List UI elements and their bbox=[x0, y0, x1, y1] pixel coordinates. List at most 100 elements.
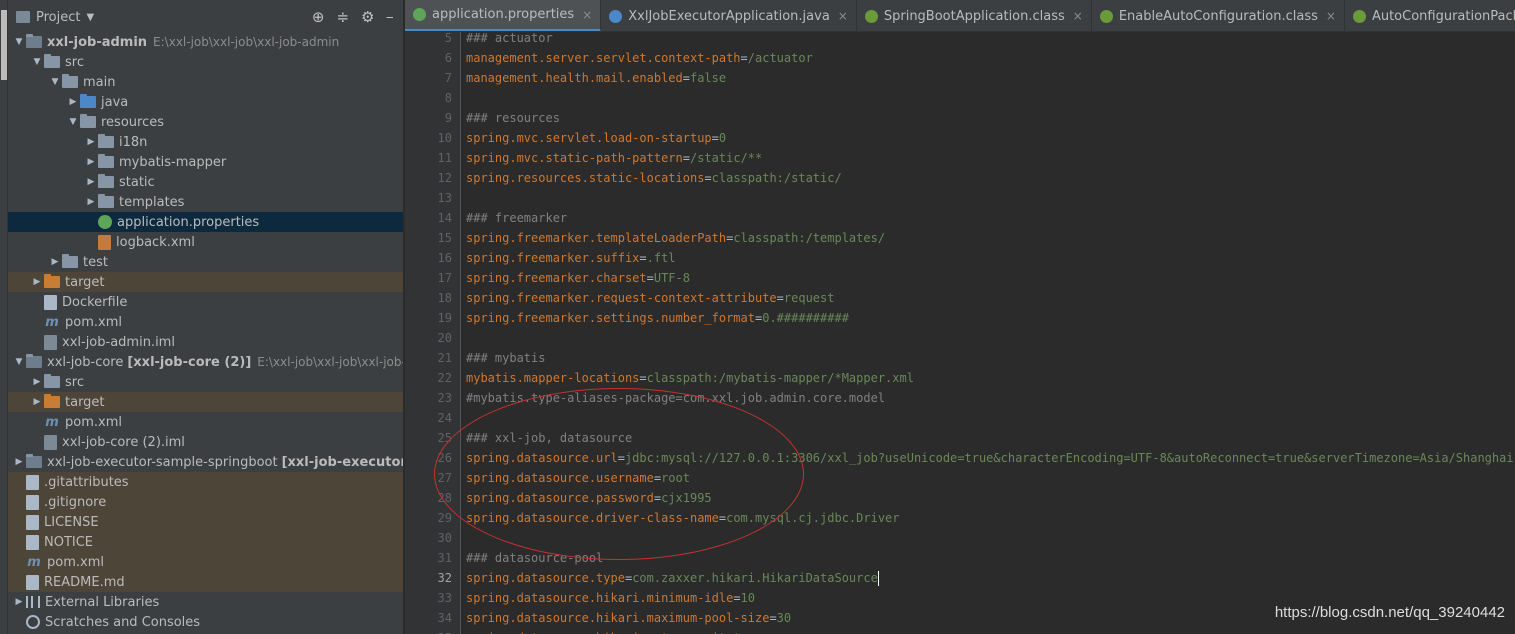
module-tag: [xxl-job-core (2)] bbox=[127, 354, 252, 370]
tree-item[interactable]: ▶ xxl-job-executor-sample-springboot [xxl-… bbox=[8, 452, 403, 472]
property-key: spring.mvc.static-path-pattern bbox=[466, 151, 683, 165]
tree-item[interactable]: m pom.xml bbox=[8, 552, 403, 572]
collapsed-arrow-icon[interactable]: ▶ bbox=[84, 177, 98, 187]
target-icon[interactable]: ⊕ bbox=[312, 8, 325, 26]
expanded-arrow-icon[interactable]: ▼ bbox=[48, 77, 62, 87]
tree-item[interactable]: Dockerfile bbox=[8, 292, 403, 312]
tree-item[interactable]: ▶ mybatis-mapper bbox=[8, 152, 403, 172]
tree-item[interactable]: ▶ target bbox=[8, 392, 403, 412]
line-number: 28 bbox=[437, 491, 452, 505]
tree-item[interactable]: ▶ static bbox=[8, 172, 403, 192]
code-line: spring.datasource.hikari.minimum-idle=10 bbox=[466, 588, 755, 608]
close-icon[interactable]: × bbox=[1326, 9, 1336, 23]
property-value: 30 bbox=[776, 611, 792, 625]
close-icon[interactable]: × bbox=[1073, 9, 1083, 23]
tree-item[interactable]: ▶ i18n bbox=[8, 132, 403, 152]
property-key: spring.mvc.servlet.load-on-startup bbox=[466, 131, 712, 145]
line-number: 24 bbox=[437, 411, 452, 425]
collapsed-arrow-icon[interactable]: ▶ bbox=[30, 397, 44, 407]
tree-item[interactable]: logback.xml bbox=[8, 232, 403, 252]
expanded-arrow-icon[interactable]: ▼ bbox=[30, 57, 44, 67]
line-number: 13 bbox=[437, 191, 452, 205]
collapsed-arrow-icon[interactable]: ▶ bbox=[66, 97, 80, 107]
property-value: cjx1995 bbox=[661, 491, 712, 505]
tree-item[interactable]: ▶ templates bbox=[8, 192, 403, 212]
tool-strip-marker[interactable] bbox=[1, 10, 7, 80]
tree-item-label: LICENSE bbox=[44, 514, 99, 530]
equals-sign: = bbox=[682, 71, 690, 85]
comment: #mybatis.type-aliases-package=com.xxl.jo… bbox=[466, 391, 886, 405]
tab-label: SpringBootApplication.class bbox=[883, 8, 1065, 24]
collapsed-arrow-icon[interactable]: ▶ bbox=[48, 257, 62, 267]
property-value: com.zaxxer.hikari.HikariDataSource bbox=[632, 571, 878, 585]
tree-item[interactable]: .gitignore bbox=[8, 492, 403, 512]
tree-item[interactable]: Scratches and Consoles bbox=[8, 612, 403, 632]
tree-item-label: README.md bbox=[44, 574, 125, 590]
code-line: spring.datasource.driver-class-name=com.… bbox=[466, 508, 900, 528]
tree-item[interactable]: ▼ xxl-job-core [xxl-job-core (2)] E:\xxl-jo… bbox=[8, 352, 403, 372]
collapse-icon[interactable]: ≑ bbox=[336, 8, 349, 26]
tree-item[interactable]: ▶ External Libraries bbox=[8, 592, 403, 612]
tab-label: XxlJobExecutorApplication.java bbox=[628, 8, 830, 24]
collapsed-arrow-icon[interactable]: ▶ bbox=[30, 277, 44, 287]
line-number: 11 bbox=[437, 151, 452, 165]
folder-icon bbox=[26, 34, 42, 48]
tree-item-label: src bbox=[65, 374, 84, 390]
editor-tab[interactable]: EnableAutoConfiguration.class × bbox=[1092, 0, 1345, 31]
line-number: 25 bbox=[437, 431, 452, 445]
tree-item-label: src bbox=[65, 54, 84, 70]
collapsed-arrow-icon[interactable]: ▶ bbox=[30, 377, 44, 387]
tree-item[interactable]: xxl-job-core (2).iml bbox=[8, 432, 403, 452]
tree-item[interactable]: m pom.xml bbox=[8, 312, 403, 332]
editor-tab[interactable]: XxlJobExecutorApplication.java × bbox=[601, 0, 857, 31]
editor-tab[interactable]: SpringBootApplication.class × bbox=[857, 0, 1092, 31]
folder-icon bbox=[80, 94, 96, 108]
tree-item-label: Dockerfile bbox=[62, 294, 128, 310]
collapsed-arrow-icon[interactable]: ▶ bbox=[12, 457, 26, 467]
tree-item[interactable]: ▼ main bbox=[8, 72, 403, 92]
tree-item[interactable]: application.properties bbox=[8, 212, 403, 232]
file-icon bbox=[26, 574, 39, 590]
line-number: 27 bbox=[437, 471, 452, 485]
code-line: spring.freemarker.suffix=.ftl bbox=[466, 248, 676, 268]
equals-sign: = bbox=[639, 251, 647, 265]
close-icon[interactable]: × bbox=[582, 8, 592, 22]
collapsed-arrow-icon[interactable]: ▶ bbox=[12, 597, 26, 607]
collapsed-arrow-icon[interactable]: ▶ bbox=[84, 137, 98, 147]
code-line: spring.datasource.hikari.auto-commit=tru… bbox=[466, 628, 762, 634]
expanded-arrow-icon[interactable]: ▼ bbox=[66, 117, 80, 127]
hide-icon[interactable]: ⎯ bbox=[387, 10, 394, 25]
tree-item[interactable]: ▼ resources bbox=[8, 112, 403, 132]
close-icon[interactable]: × bbox=[838, 9, 848, 23]
editor-tab[interactable]: AutoConfigurationPackage.class× bbox=[1345, 0, 1515, 31]
line-number: 35 bbox=[405, 628, 452, 634]
tree-item[interactable]: README.md bbox=[8, 572, 403, 592]
tree-item[interactable]: ▶ java bbox=[8, 92, 403, 112]
tree-item[interactable]: ▼ xxl-job-admin E:\xxl-job\xxl-job\xxl-job… bbox=[8, 32, 403, 52]
tree-item[interactable]: ▶ test bbox=[8, 252, 403, 272]
equals-sign: = bbox=[653, 491, 662, 505]
property-key: spring.freemarker.charset bbox=[466, 271, 647, 285]
tree-item[interactable]: NOTICE bbox=[8, 532, 403, 552]
panel-title[interactable]: Project bbox=[36, 10, 80, 25]
tree-item[interactable]: ▶ target bbox=[8, 272, 403, 292]
code-line: spring.datasource.hikari.maximum-pool-si… bbox=[466, 608, 791, 628]
gear-icon[interactable]: ⚙ bbox=[361, 8, 374, 26]
code-area[interactable]: ### actuator management.server.servlet.co… bbox=[466, 32, 1515, 634]
tree-item[interactable]: .gitattributes bbox=[8, 472, 403, 492]
properties-file-icon bbox=[413, 8, 426, 21]
tree-item[interactable]: ▼ src bbox=[8, 52, 403, 72]
collapsed-arrow-icon[interactable]: ▶ bbox=[84, 197, 98, 207]
tree-item[interactable]: m pom.xml bbox=[8, 412, 403, 432]
tree-item[interactable]: LICENSE bbox=[8, 512, 403, 532]
code-line: ### actuator bbox=[466, 32, 553, 48]
tree-item-label: pom.xml bbox=[65, 314, 122, 330]
file-icon bbox=[26, 494, 39, 510]
tree-item-label: xxl-job-admin.iml bbox=[62, 334, 175, 350]
expanded-arrow-icon[interactable]: ▼ bbox=[12, 37, 26, 47]
chevron-down-icon[interactable]: ▼ bbox=[86, 12, 94, 23]
tree-item[interactable]: xxl-job-admin.iml bbox=[8, 332, 403, 352]
tree-item[interactable]: ▶ src bbox=[8, 372, 403, 392]
expanded-arrow-icon[interactable]: ▼ bbox=[12, 357, 26, 367]
collapsed-arrow-icon[interactable]: ▶ bbox=[84, 157, 98, 167]
